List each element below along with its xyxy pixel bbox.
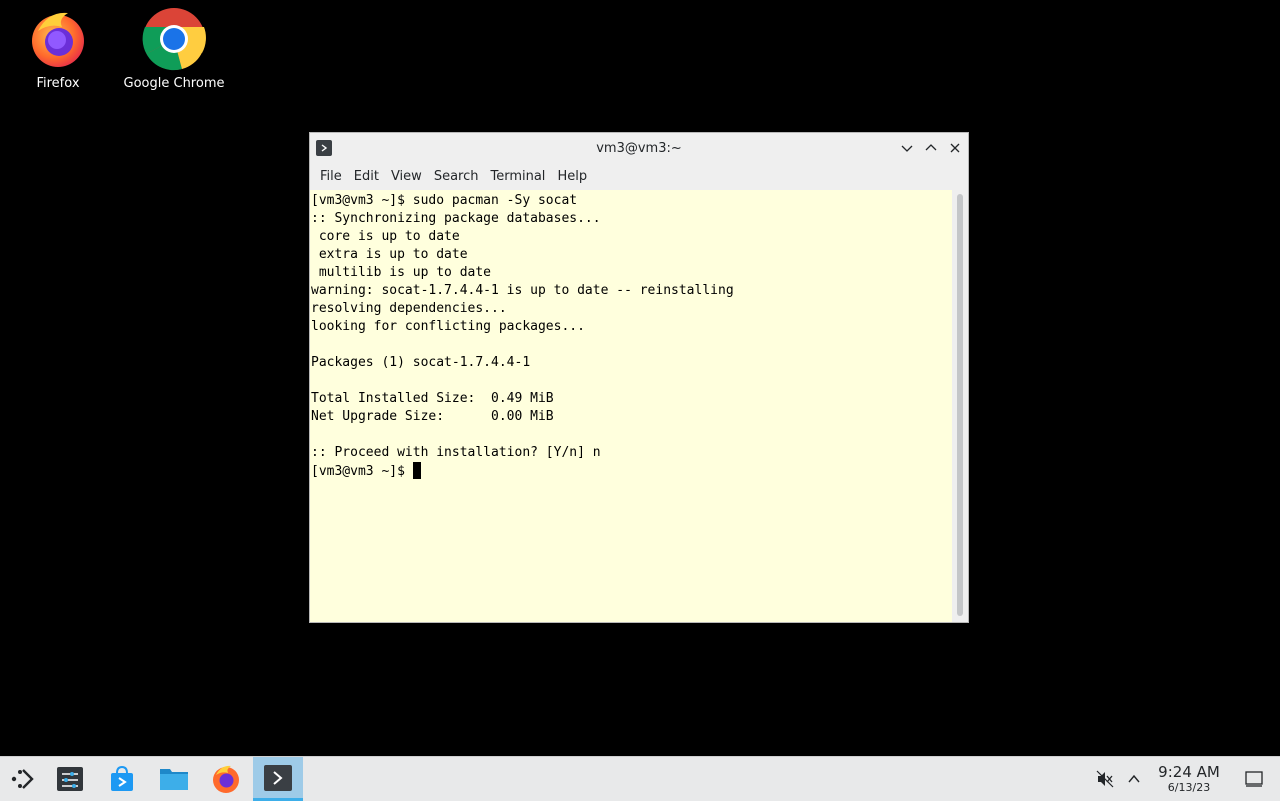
close-icon [950,143,960,153]
chrome-icon [141,6,207,72]
desktop-icon-label: Google Chrome [123,76,225,91]
menu-edit[interactable]: Edit [348,166,385,187]
menu-terminal[interactable]: Terminal [484,166,551,187]
chevron-up-icon [1128,774,1140,783]
taskbar-discover[interactable] [100,757,144,801]
firefox-icon [213,765,239,793]
app-launcher-button[interactable] [0,757,44,801]
terminal-line: :: Proceed with installation? [Y/n] n [311,445,601,460]
terminal-line: Packages (1) socat-1.7.4.4-1 [311,355,531,370]
discover-icon [111,765,133,791]
clock-time: 9:24 AM [1158,763,1220,781]
clock-date: 6/13/23 [1167,781,1211,794]
show-desktop-button[interactable] [1242,757,1266,801]
terminal-line: Net Upgrade Size: 0.00 MiB [311,409,554,424]
terminal-line: extra is up to date [318,247,468,262]
terminal-icon [264,764,292,791]
terminal-line: looking for conflicting packages... [311,319,585,334]
terminal-scrollbar[interactable] [952,190,968,622]
show-desktop-icon [1245,771,1263,787]
desktop-icon-google-chrome[interactable]: Google Chrome [118,6,230,91]
digital-clock[interactable]: 9:24 AM 6/13/23 [1150,763,1228,795]
terminal-app-icon[interactable] [316,140,332,156]
app-launcher-icon [11,769,34,789]
terminal-line: multilib is up to date [318,265,492,280]
system-tray-expand-button[interactable] [1124,757,1144,801]
taskbar-system-settings[interactable] [48,757,92,801]
terminal-text: [vm3@vm3 ~]$ sudo pacman -Sy socat :: Sy… [310,190,952,481]
terminal-line: [vm3@vm3 ~]$ sudo pacman -Sy socat [311,193,578,208]
window-title: vm3@vm3:~ [596,140,682,156]
terminal-line: core is up to date [318,229,460,244]
file-manager-icon [160,769,188,790]
terminal-output[interactable]: [vm3@vm3 ~]$ sudo pacman -Sy socat :: Sy… [310,190,952,622]
menu-view[interactable]: View [385,166,428,187]
firefox-icon [25,6,91,72]
taskbar-file-manager[interactable] [152,757,196,801]
chevron-down-icon [901,145,913,152]
terminal-line: Total Installed Size: 0.49 MiB [311,391,554,406]
scrollbar-thumb[interactable] [957,194,963,616]
close-button[interactable] [946,139,964,157]
maximize-button[interactable] [922,139,940,157]
terminal-lines: [vm3@vm3 ~]$ sudo pacman -Sy socat :: Sy… [311,193,734,460]
terminal-line: resolving dependencies... [311,301,507,316]
terminal-window[interactable]: vm3@vm3:~ File Edit View Search Terminal… [309,132,969,623]
volume-muted-icon [1096,770,1114,788]
desktop-icon-firefox[interactable]: Firefox [24,6,92,91]
text-cursor [412,462,421,479]
taskbar-terminal[interactable] [253,757,303,801]
system-settings-icon [57,767,83,791]
taskbar-firefox[interactable] [204,757,248,801]
terminal-line: warning: socat-1.7.4.4-1 is up to date -… [311,283,734,298]
volume-button[interactable] [1094,757,1116,801]
terminal-prompt: [vm3@vm3 ~]$ [311,464,413,479]
minimize-button[interactable] [898,139,916,157]
menu-search[interactable]: Search [428,166,485,187]
menu-bar: File Edit View Search Terminal Help [310,163,968,189]
desktop-icon-label: Firefox [36,76,80,91]
menu-file[interactable]: File [314,166,348,187]
taskbar: 9:24 AM 6/13/23 [0,756,1280,801]
window-titlebar[interactable]: vm3@vm3:~ [310,133,968,163]
terminal-line: :: Synchronizing package databases... [311,211,601,226]
menu-help[interactable]: Help [551,166,593,187]
chevron-up-icon [925,144,937,151]
